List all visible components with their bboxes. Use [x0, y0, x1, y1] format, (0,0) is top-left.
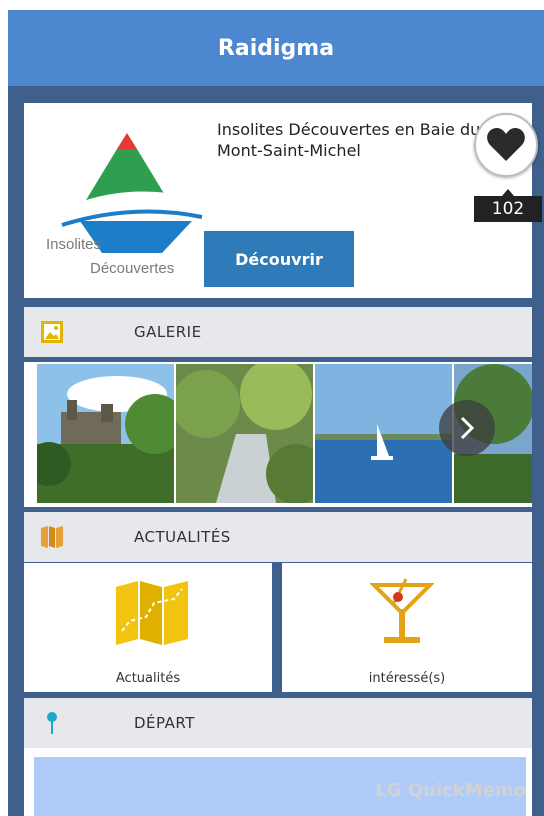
folded-map-icon [116, 581, 188, 645]
discover-button[interactable]: Découvrir [204, 231, 354, 287]
gallery-photo-river[interactable] [176, 364, 313, 503]
interested-tile-caption: intéressé(s) [368, 671, 446, 686]
gallery-section-label: GALERIE [134, 323, 202, 341]
place-card: Insolites Découvertes Insolites Découver… [24, 103, 532, 298]
logo-text-line2: Découvertes [90, 260, 175, 277]
favorite-button[interactable] [474, 113, 538, 177]
cocktail-icon [370, 578, 434, 643]
gallery-photo-bay[interactable] [315, 364, 452, 503]
heart-icon [487, 128, 525, 161]
top-bar: Raidigma [8, 10, 544, 86]
news-tile-caption: Actualités [115, 671, 181, 686]
gallery-section-header: GALERIE [24, 307, 532, 357]
chevron-right-icon [460, 416, 475, 440]
news-tile[interactable]: Actualités [24, 563, 272, 692]
map-icon [41, 526, 63, 548]
favorite-count-badge: 102 [474, 189, 542, 222]
logo-text-line1: Insolites [46, 236, 102, 253]
image-icon [41, 321, 63, 343]
watermark-text: LG QuickMemo [375, 780, 526, 801]
photo-gallery[interactable] [24, 362, 532, 507]
pin-icon [47, 712, 57, 734]
news-section-label: ACTUALITÉS [134, 528, 231, 546]
news-section-header: ACTUALITÉS [24, 512, 532, 562]
interested-tile[interactable]: intéressé(s) [282, 563, 532, 692]
gallery-photo-castle[interactable] [37, 364, 174, 503]
departure-section-header: DÉPART [24, 698, 532, 748]
departure-section-label: DÉPART [134, 714, 195, 732]
app-title: Raidigma [217, 35, 335, 61]
gallery-next-button[interactable] [439, 400, 495, 456]
place-title: Insolites Découvertes en Baie du Mont-Sa… [217, 120, 481, 160]
app-screen: Raidigma Insolites Découvertes Insolites… [8, 10, 544, 816]
